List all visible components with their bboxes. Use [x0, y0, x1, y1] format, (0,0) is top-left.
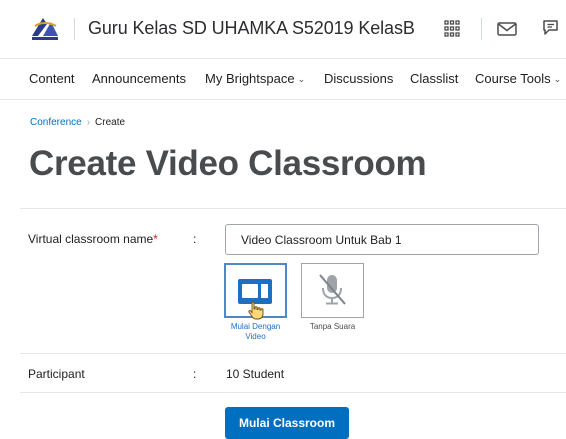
chevron-down-icon: ⌄ — [297, 74, 306, 84]
field-colon: : — [193, 367, 197, 381]
header-divider — [481, 18, 482, 40]
navbar-divider-line — [0, 99, 566, 100]
course-navbar: Content Announcements My Brightspace ⌄ Di… — [0, 59, 566, 99]
nav-item-label: My Brightspace — [205, 71, 295, 86]
classroom-name-input[interactable] — [225, 224, 539, 255]
institution-logo[interactable] — [29, 12, 61, 44]
classroom-name-label-text: Virtual classroom name — [28, 232, 154, 246]
course-header: Guru Kelas SD UHAMKA S52019 KelasB — [0, 0, 566, 58]
chevron-down-icon: ⌄ — [553, 74, 562, 84]
form-divider — [20, 208, 566, 209]
no-audio-option[interactable] — [301, 263, 364, 318]
breadcrumb-current: Create — [95, 117, 126, 128]
waffle-icon[interactable] — [441, 19, 463, 39]
required-indicator: * — [153, 232, 158, 246]
page-title: Create Video Classroom — [29, 144, 427, 183]
participant-count: 10 Student — [226, 367, 285, 381]
nav-item-label: Discussions — [324, 71, 394, 86]
course-title[interactable]: Guru Kelas SD UHAMKA S52019 KelasB — [88, 18, 415, 39]
hand-cursor-icon — [248, 301, 264, 320]
classroom-name-label: Virtual classroom name* — [28, 232, 158, 246]
no-audio-label-line: Tanpa Suara — [309, 322, 356, 331]
participant-label: Participant — [28, 367, 85, 381]
nav-item-discussions[interactable]: Discussions — [324, 71, 393, 86]
nav-item-label: Course Tools — [475, 71, 551, 86]
nav-item-classlist[interactable]: Classlist — [410, 71, 458, 86]
nav-item-label: Classlist — [410, 71, 459, 86]
nav-item-label: Announcements — [92, 71, 186, 86]
chat-icon[interactable] — [540, 19, 562, 39]
nav-item-content[interactable]: Content — [29, 71, 75, 86]
start-with-video-label-line: Video — [245, 332, 266, 341]
form-divider — [20, 353, 566, 354]
header-divider — [74, 18, 75, 40]
nav-item-my-brightspace[interactable]: My Brightspace ⌄ — [205, 71, 305, 86]
start-with-video-label-line: Mulai Dengan — [230, 322, 281, 331]
nav-item-course-tools[interactable]: Course Tools ⌄ — [475, 71, 561, 86]
breadcrumb-link-conference[interactable]: Conference — [30, 117, 82, 128]
start-classroom-button[interactable]: Mulai Classroom — [225, 407, 349, 439]
microphone-muted-icon — [319, 274, 346, 305]
nav-item-label: Content — [29, 71, 75, 86]
field-colon: : — [193, 232, 197, 246]
form-divider — [20, 392, 566, 393]
no-audio-label: Tanpa Suara — [292, 322, 373, 332]
breadcrumb-separator-icon: › — [86, 117, 91, 128]
nav-item-announcements[interactable]: Announcements — [92, 71, 186, 86]
start-with-video-label: Mulai Dengan Video — [214, 322, 297, 342]
mail-icon[interactable] — [496, 19, 518, 39]
breadcrumb: Conference › Create — [30, 117, 125, 128]
start-with-video-option[interactable] — [224, 263, 287, 320]
